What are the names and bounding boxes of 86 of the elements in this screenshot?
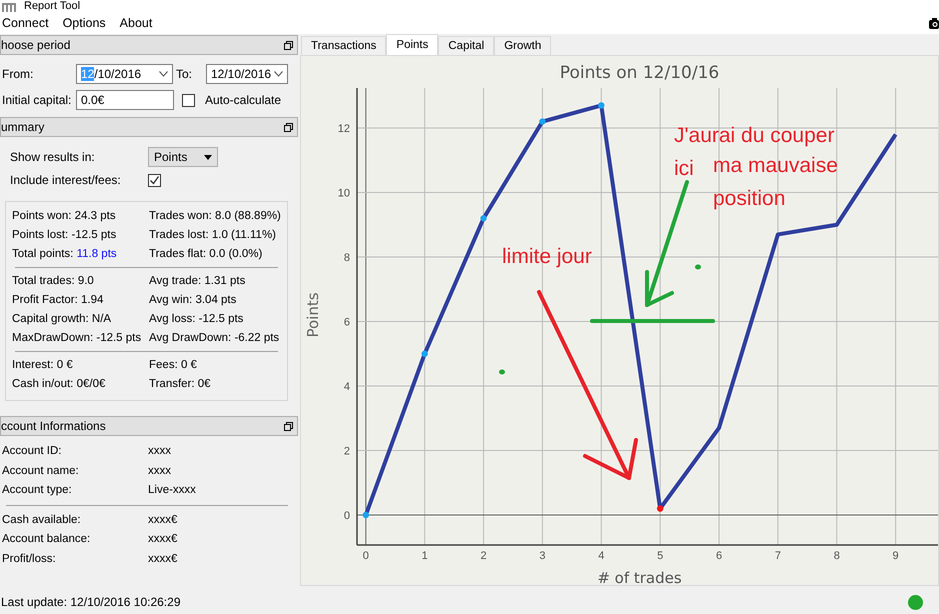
tick-label: 6 bbox=[716, 550, 722, 562]
info-label: Profit/loss: bbox=[2, 552, 57, 566]
caret-icon bbox=[204, 154, 212, 160]
date-field[interactable]: 12/10/2016 bbox=[76, 64, 173, 84]
stat-text: MaxDrawDown: -12.5 pts bbox=[12, 331, 142, 346]
info-value: xxxx€ bbox=[148, 552, 178, 566]
tick-label: 7 bbox=[774, 550, 781, 562]
annotation-text: position bbox=[713, 187, 786, 210]
info-label: Account name: bbox=[2, 464, 80, 478]
info-value: xxxx€ bbox=[148, 532, 178, 547]
chevron-icon[interactable] bbox=[159, 71, 168, 77]
annotation-text: J'aurai du couper bbox=[674, 124, 834, 147]
stat-text: Avg loss: -12.5 pts bbox=[149, 312, 244, 327]
info-value: xxxx bbox=[148, 464, 172, 478]
date-field[interactable]: 12/10/2016 bbox=[206, 64, 288, 84]
tick-label: 2 bbox=[480, 550, 487, 562]
tick-label: 8 bbox=[344, 252, 350, 264]
status-text: Last update: 12/10/2016 10:26:29 bbox=[1, 595, 180, 609]
results-dropdown[interactable]: Points bbox=[148, 147, 218, 167]
restore-icon[interactable] bbox=[284, 40, 293, 50]
menu-item[interactable]: About bbox=[120, 16, 160, 30]
annotation-text: ma mauvaise bbox=[713, 154, 838, 177]
annotation-text: limite jour bbox=[502, 245, 592, 268]
tab[interactable]: Capital bbox=[438, 36, 494, 55]
info-label: Account type: bbox=[2, 483, 73, 498]
option-label: Include interest/fees: bbox=[10, 173, 122, 187]
info-value: xxxx€ bbox=[148, 512, 178, 528]
capital-field[interactable]: 0.0€ bbox=[76, 90, 174, 110]
tick-label: 4 bbox=[344, 381, 350, 393]
restore-icon[interactable] bbox=[284, 422, 293, 430]
field-label: From: bbox=[2, 67, 34, 81]
window-title: Report Tool bbox=[24, 0, 80, 12]
tick-label: 6 bbox=[344, 316, 350, 328]
info-label: Cash available: bbox=[2, 512, 82, 528]
stat-text: Points won: 24.3 pts bbox=[12, 209, 117, 224]
tick-label: 9 bbox=[892, 550, 899, 562]
info-label: Account balance: bbox=[2, 532, 92, 547]
stat-text: Transfer: 0€ bbox=[149, 377, 212, 392]
info-value: xxxx bbox=[148, 444, 172, 459]
tick-label: 12 bbox=[338, 123, 350, 135]
stat-text: Interest: 0 € bbox=[12, 358, 74, 373]
tick-label: 4 bbox=[598, 550, 604, 562]
panel-title: ccount Informations bbox=[1, 419, 106, 433]
stat-text: Trades won: 8.0 (88.89%) bbox=[149, 209, 281, 224]
checkbox[interactable] bbox=[148, 174, 161, 186]
axis-label: Points bbox=[304, 292, 322, 338]
tab[interactable]: Growth bbox=[494, 36, 552, 55]
info-label: Account ID: bbox=[2, 444, 62, 459]
panel-title: ummary bbox=[1, 120, 44, 134]
option-label: Show results in: bbox=[10, 150, 96, 164]
camera-icon[interactable] bbox=[929, 16, 939, 30]
chevron-icon[interactable] bbox=[274, 71, 283, 77]
tick-label: 1 bbox=[422, 550, 428, 562]
tick-label: 0 bbox=[344, 510, 350, 522]
stat-text: Avg win: 3.04 pts bbox=[149, 293, 238, 308]
menu-item[interactable]: Options bbox=[62, 16, 113, 30]
chart-title: Points on 12/10/16 bbox=[560, 63, 720, 83]
stat-text: Avg trade: 1.31 pts bbox=[149, 274, 246, 289]
menu-item[interactable]: Connect bbox=[2, 16, 56, 30]
tick-label: 5 bbox=[657, 550, 664, 562]
stat-text: Fees: 0 € bbox=[149, 358, 198, 373]
stat-text: Total points: 11.8 pts bbox=[12, 247, 118, 262]
stat-text: Points lost: -12.5 pts bbox=[12, 228, 118, 243]
stat-text: Capital growth: N/A bbox=[12, 312, 112, 327]
tab[interactable]: Points bbox=[386, 34, 438, 55]
stat-text: Trades lost: 1.0 (11.11%) bbox=[149, 228, 277, 243]
field-label: Initial capital: bbox=[2, 93, 72, 107]
tick-label: 8 bbox=[834, 550, 840, 562]
stat-text: Profit Factor: 1.94 bbox=[12, 293, 104, 308]
tab[interactable]: Transactions bbox=[301, 36, 386, 55]
tick-label: 0 bbox=[362, 550, 369, 562]
stat-text: Cash in/out: 0€/0€ bbox=[12, 377, 106, 392]
tick-label: 2 bbox=[344, 446, 350, 458]
field-label: To: bbox=[176, 67, 194, 81]
stat-text: Total trades: 9.0 bbox=[12, 274, 95, 289]
stat-text: Trades flat: 0.0 (0.0%) bbox=[149, 247, 264, 262]
checkbox[interactable] bbox=[182, 94, 195, 106]
panel-title: hoose period bbox=[1, 38, 70, 52]
tick-label: 3 bbox=[539, 550, 546, 562]
checkbox-label: Auto-calculate bbox=[205, 93, 282, 107]
tick-label: 10 bbox=[338, 188, 350, 200]
annotation-text: ici bbox=[674, 157, 694, 180]
stat-text: Avg DrawDown: -6.22 pts bbox=[149, 331, 280, 346]
axis-label: # of trades bbox=[597, 569, 682, 585]
info-value: Live-xxxx bbox=[148, 483, 197, 498]
restore-icon[interactable] bbox=[284, 122, 293, 132]
